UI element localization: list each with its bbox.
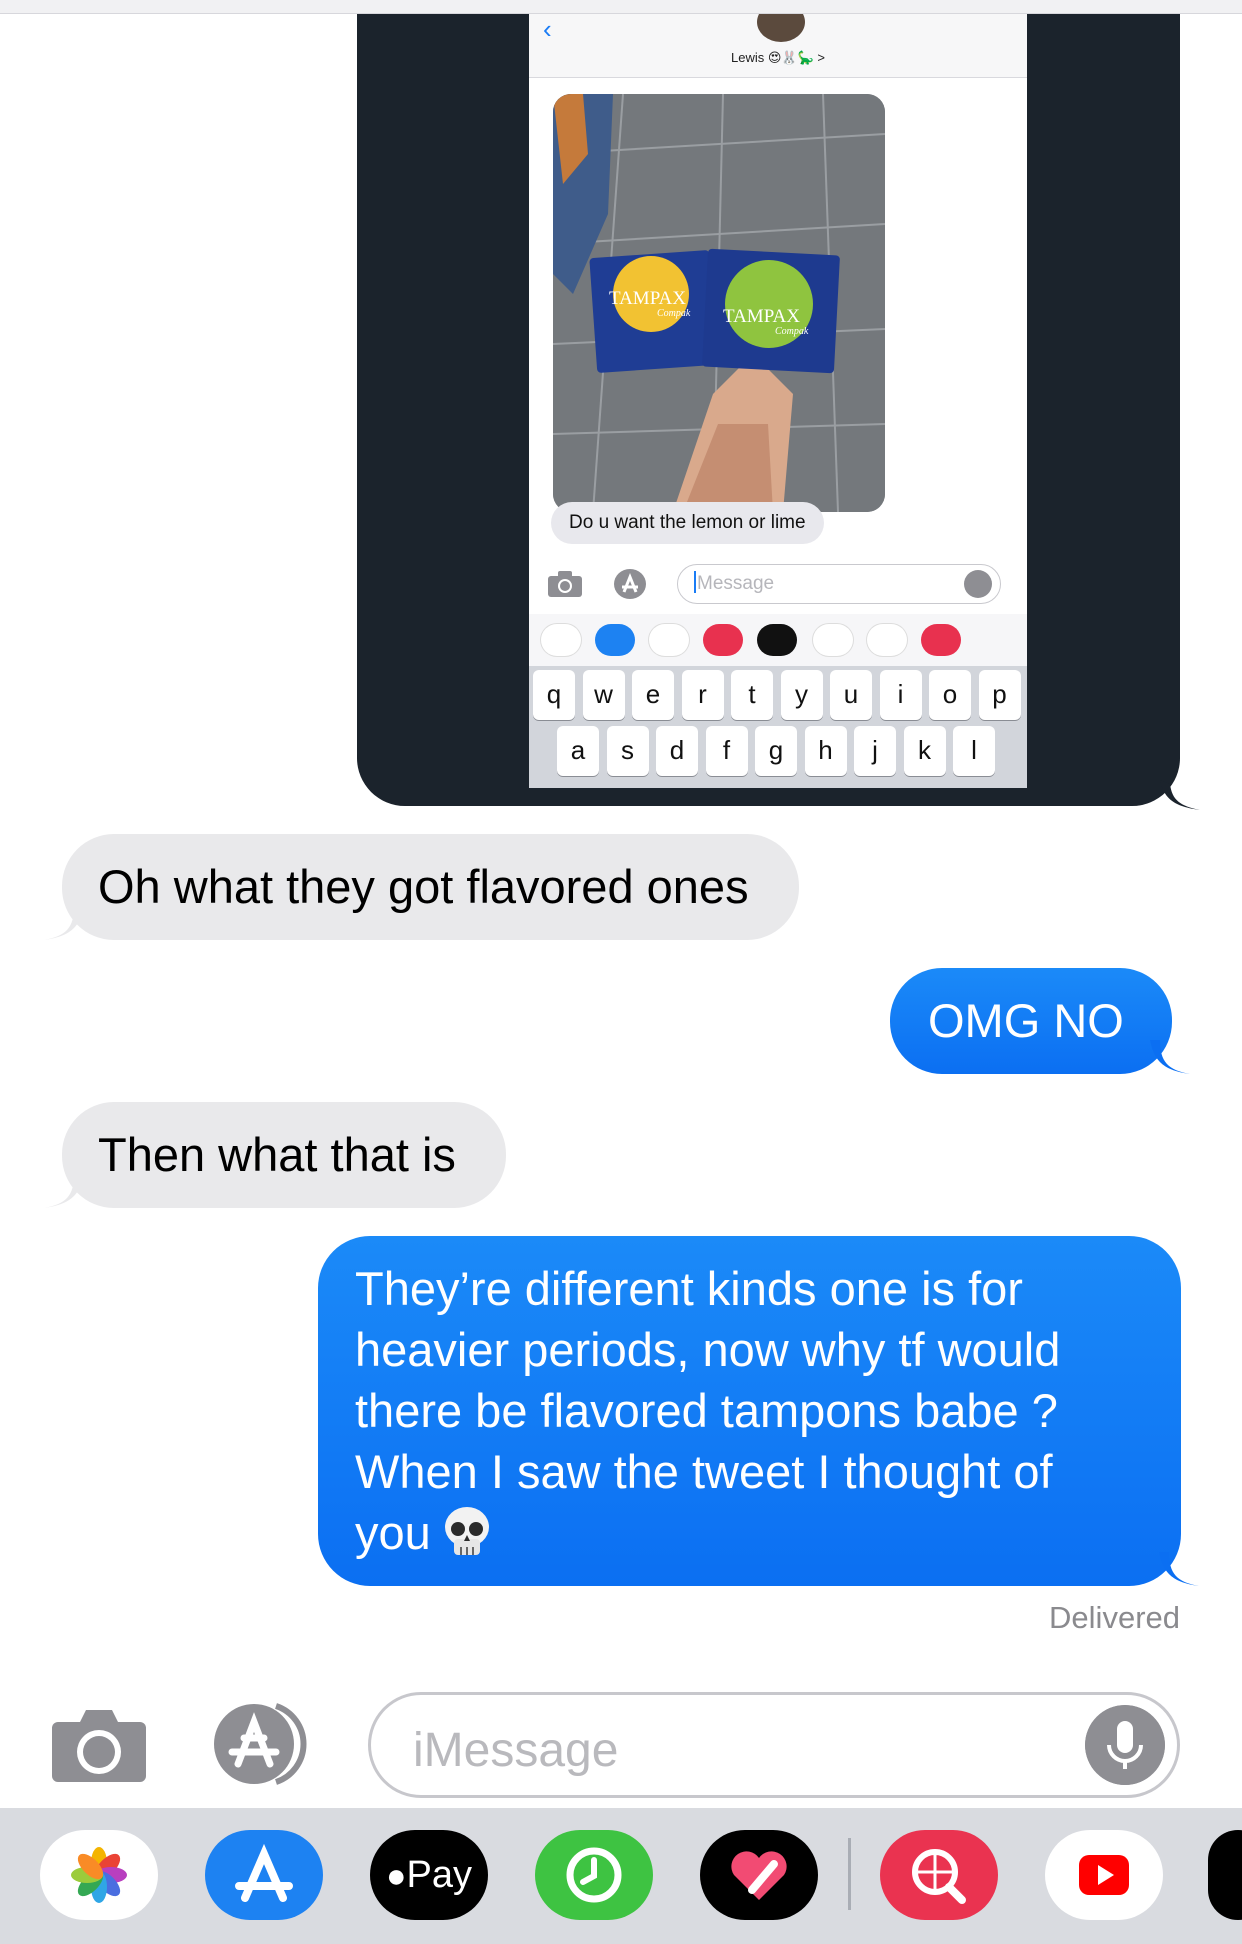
box-sub-2: Compak [775, 326, 809, 337]
drawer-divider [848, 1838, 851, 1910]
tampax-photo: TAMPAX Compak TAMPAX Compak [553, 94, 885, 512]
embedded-input-row: Message [529, 562, 1027, 614]
received-message[interactable]: Then what that is [44, 1102, 506, 1208]
key-s: s [606, 726, 649, 776]
photos-icon[interactable] [40, 1830, 158, 1920]
embedded-screenshot: ‹ Lewis 😍🐰🦕 > TAMPAX Compak TAMPAX Compa… [529, 14, 1027, 788]
box-brand-2: TAMPAX [723, 306, 800, 327]
key-f: f [705, 726, 748, 776]
back-chevron-icon: ‹ [543, 14, 552, 44]
received-message[interactable]: Oh what they got flavored ones [44, 834, 799, 940]
instagram-icon [867, 624, 907, 656]
sent-message[interactable]: They’re different kinds one is for heavi… [318, 1236, 1199, 1586]
key-y: y [780, 670, 823, 720]
partial-app-icon[interactable] [1208, 1830, 1242, 1920]
bubble-tail [44, 906, 84, 940]
partial-app-icon [921, 624, 961, 656]
input-placeholder: iMessage [413, 1724, 619, 1777]
apple-logo-icon: ● [385, 1857, 407, 1895]
key-q: q [533, 670, 575, 720]
key-i: i [879, 670, 922, 720]
app-store-icon[interactable] [205, 1830, 323, 1920]
youtube-icon[interactable] [1045, 1830, 1163, 1920]
screenshot-attachment[interactable]: ‹ Lewis 😍🐰🦕 > TAMPAX Compak TAMPAX Compa… [357, 14, 1200, 810]
bubble-tail [1159, 1552, 1199, 1586]
key-p: p [978, 670, 1021, 720]
photos-icon [541, 624, 581, 656]
contact-name: Lewis 😍🐰🦕 > [731, 50, 825, 65]
microphone-icon [964, 570, 992, 598]
message-line-last: you [355, 1502, 1141, 1563]
box-sub-1: Compak [657, 308, 691, 319]
app-store-icon[interactable] [210, 1702, 320, 1786]
search-images-icon[interactable] [880, 1830, 998, 1920]
skull-emoji-icon [444, 1507, 489, 1555]
contact-avatar [757, 14, 805, 42]
key-d: d [656, 726, 698, 776]
delivered-status: Delivered [1049, 1600, 1180, 1635]
animoji-icon [649, 624, 689, 656]
embedded-message-input: Message [677, 564, 1001, 604]
message-text: Oh what they got flavored ones [98, 860, 749, 913]
key-r: r [681, 670, 724, 720]
key-h: h [804, 726, 847, 776]
key-j: j [854, 726, 896, 776]
sent-message[interactable]: OMG NO [890, 968, 1190, 1074]
microphone-icon[interactable] [1085, 1705, 1165, 1785]
search-images-icon [703, 624, 743, 656]
box-brand-1: TAMPAX [609, 288, 686, 309]
message-text: Then what that is [98, 1128, 456, 1181]
apple-pay-icon[interactable]: ●Pay [370, 1830, 488, 1920]
messages-screen: ‹ Lewis 😍🐰🦕 > TAMPAX Compak TAMPAX Compa… [0, 0, 1242, 1944]
bubble-tail [1149, 1040, 1190, 1074]
activity-icon[interactable] [535, 1830, 653, 1920]
message-text: OMG NO [928, 994, 1124, 1047]
camera-icon[interactable] [50, 1708, 148, 1784]
embedded-message-bubble: Do u want the lemon or lime [551, 502, 824, 544]
key-o: o [929, 670, 971, 720]
embedded-header: ‹ Lewis 😍🐰🦕 > [529, 14, 1027, 78]
key-u: u [830, 670, 872, 720]
composer-bar: iMessage [0, 1680, 1242, 1810]
app-store-icon [614, 569, 646, 599]
camera-icon [548, 571, 582, 597]
embedded-keyboard: qwertyuiop asdfghjkl [529, 614, 1027, 788]
key-e: e [632, 670, 674, 720]
key-g: g [755, 726, 797, 776]
imessage-input[interactable]: iMessage [368, 1692, 1180, 1798]
app-store-icon [595, 624, 635, 656]
digital-touch-icon[interactable] [700, 1830, 818, 1920]
key-l: l [953, 726, 995, 776]
message-line: heavier periods, now why tf would [355, 1323, 1061, 1376]
youtube-icon [813, 624, 853, 656]
message-line: They’re different kinds one is for [355, 1262, 1023, 1315]
bubble-tail [1160, 780, 1200, 810]
key-a: a [557, 726, 599, 776]
key-k: k [903, 726, 946, 776]
apple-pay-label: Pay [406, 1854, 473, 1896]
message-line: When I saw the tweet I thought of [355, 1445, 1053, 1498]
key-t: t [731, 670, 773, 720]
key-w: w [582, 670, 625, 720]
embedded-app-drawer [529, 614, 1027, 666]
message-line: there be flavored tampons babe ? [355, 1384, 1058, 1437]
status-bar-edge [0, 0, 1242, 14]
app-drawer: ●Pay [0, 1808, 1242, 1944]
bubble-tail [44, 1174, 84, 1208]
digital-touch-icon [757, 624, 797, 656]
